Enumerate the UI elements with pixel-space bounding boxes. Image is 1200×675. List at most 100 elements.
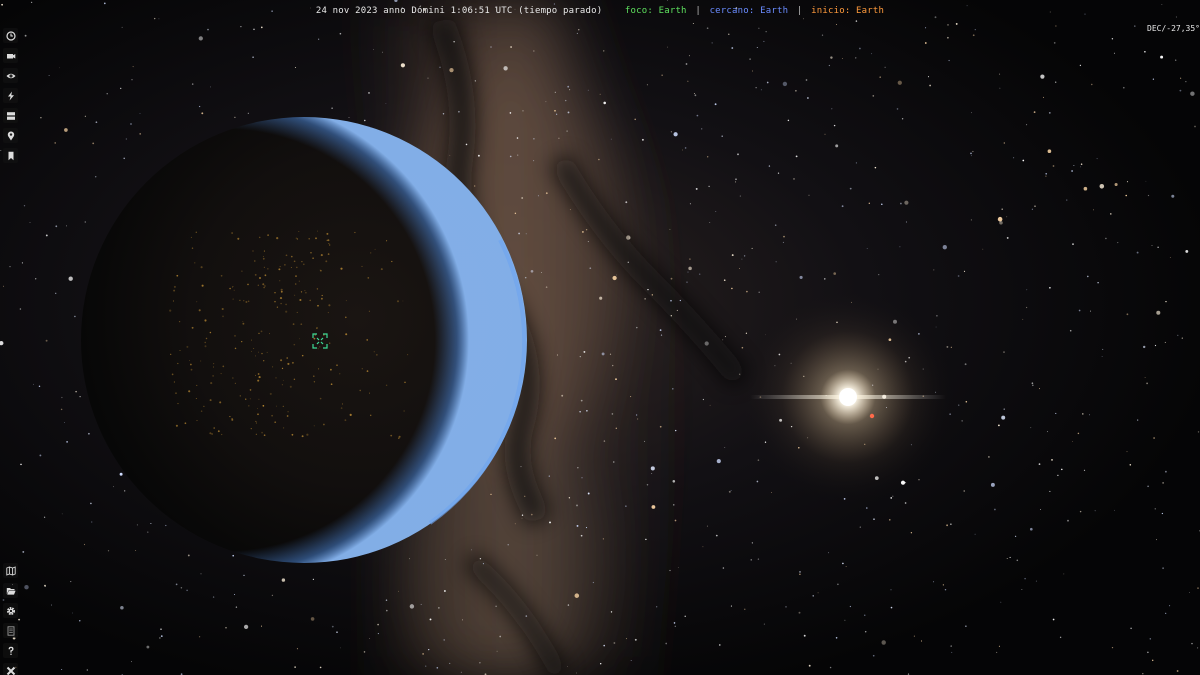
star — [123, 157, 125, 160]
home-object-label[interactable]: inicio: Earth — [811, 6, 884, 16]
star — [91, 521, 93, 523]
main-toolbar — [3, 28, 18, 168]
bookmarks-button[interactable] — [3, 148, 18, 163]
star — [495, 605, 497, 608]
star — [793, 178, 795, 180]
star — [1006, 216, 1008, 218]
star — [828, 552, 830, 554]
star — [874, 166, 877, 169]
star — [243, 574, 245, 576]
star — [581, 230, 584, 233]
star — [38, 385, 41, 388]
visual-settings-button[interactable] — [3, 88, 18, 103]
star — [521, 197, 524, 199]
star — [377, 633, 379, 635]
star — [739, 195, 741, 197]
star — [910, 532, 913, 534]
star — [499, 635, 502, 638]
star — [567, 666, 568, 667]
star — [232, 554, 235, 557]
log-button[interactable] — [3, 623, 18, 638]
closest-object-label[interactable]: cercano: Earth — [710, 6, 789, 16]
star — [70, 581, 72, 583]
star — [1162, 567, 1164, 570]
star — [692, 22, 694, 25]
star — [837, 583, 839, 586]
star — [24, 584, 29, 590]
star — [1149, 638, 1152, 640]
star — [672, 480, 676, 483]
star — [890, 589, 892, 591]
star — [1003, 142, 1005, 144]
star — [198, 105, 201, 108]
star — [1097, 281, 1099, 284]
focus-object-label[interactable]: foco: Earth — [625, 6, 687, 16]
datasets-button[interactable] — [3, 108, 18, 123]
star — [615, 378, 617, 381]
star — [603, 644, 605, 647]
star — [803, 634, 806, 637]
star — [798, 611, 801, 614]
star — [1165, 612, 1167, 615]
help-button[interactable] — [3, 643, 18, 658]
quit-button[interactable] — [3, 663, 18, 675]
star — [1190, 91, 1195, 96]
star — [120, 606, 124, 610]
star — [821, 34, 824, 36]
star — [958, 404, 960, 406]
star — [676, 309, 678, 311]
star — [1099, 184, 1105, 189]
star — [1160, 55, 1164, 59]
star — [955, 22, 958, 25]
star — [44, 586, 46, 588]
star — [509, 112, 512, 114]
star — [845, 566, 847, 567]
star — [530, 269, 534, 273]
star — [1147, 194, 1150, 197]
star — [521, 514, 524, 516]
star — [514, 523, 516, 525]
map-button[interactable] — [3, 563, 18, 578]
time-button[interactable] — [3, 28, 18, 43]
star — [859, 526, 861, 528]
location-log-button[interactable] — [3, 128, 18, 143]
simulation-time[interactable]: 24 nov 2023 anno Dómini 1:06:51 UTC (tie… — [316, 6, 603, 16]
star — [576, 504, 578, 507]
space-viewport[interactable]: 24 nov 2023 anno Dómini 1:06:51 UTC (tie… — [0, 0, 1200, 675]
status-bar: 24 nov 2023 anno Dómini 1:06:51 UTC (tie… — [0, 5, 1200, 17]
star — [998, 645, 1000, 647]
open-folder-button[interactable] — [3, 583, 18, 598]
star — [95, 121, 98, 124]
star — [689, 203, 691, 205]
star — [578, 29, 580, 31]
settings-button[interactable] — [3, 603, 18, 618]
star — [420, 603, 422, 605]
star — [1105, 237, 1107, 240]
star — [518, 232, 520, 235]
focus-target-icon[interactable] — [312, 333, 328, 349]
star — [319, 666, 322, 669]
camera-button[interactable] — [3, 48, 18, 63]
star — [835, 144, 839, 148]
star — [830, 56, 833, 59]
star — [904, 502, 907, 504]
star — [585, 527, 588, 529]
star — [1101, 356, 1103, 357]
star — [684, 147, 687, 149]
star — [1029, 527, 1033, 531]
star — [999, 221, 1003, 225]
star — [541, 272, 542, 273]
star — [1169, 257, 1171, 258]
star — [201, 112, 204, 115]
star — [1072, 441, 1073, 442]
star — [1093, 209, 1095, 211]
star — [695, 187, 698, 190]
star — [35, 278, 37, 280]
visibility-button[interactable] — [3, 68, 18, 83]
star — [369, 638, 370, 639]
star — [88, 432, 90, 435]
star — [29, 221, 31, 223]
star — [1110, 213, 1112, 215]
star — [982, 248, 984, 250]
star — [670, 315, 672, 317]
